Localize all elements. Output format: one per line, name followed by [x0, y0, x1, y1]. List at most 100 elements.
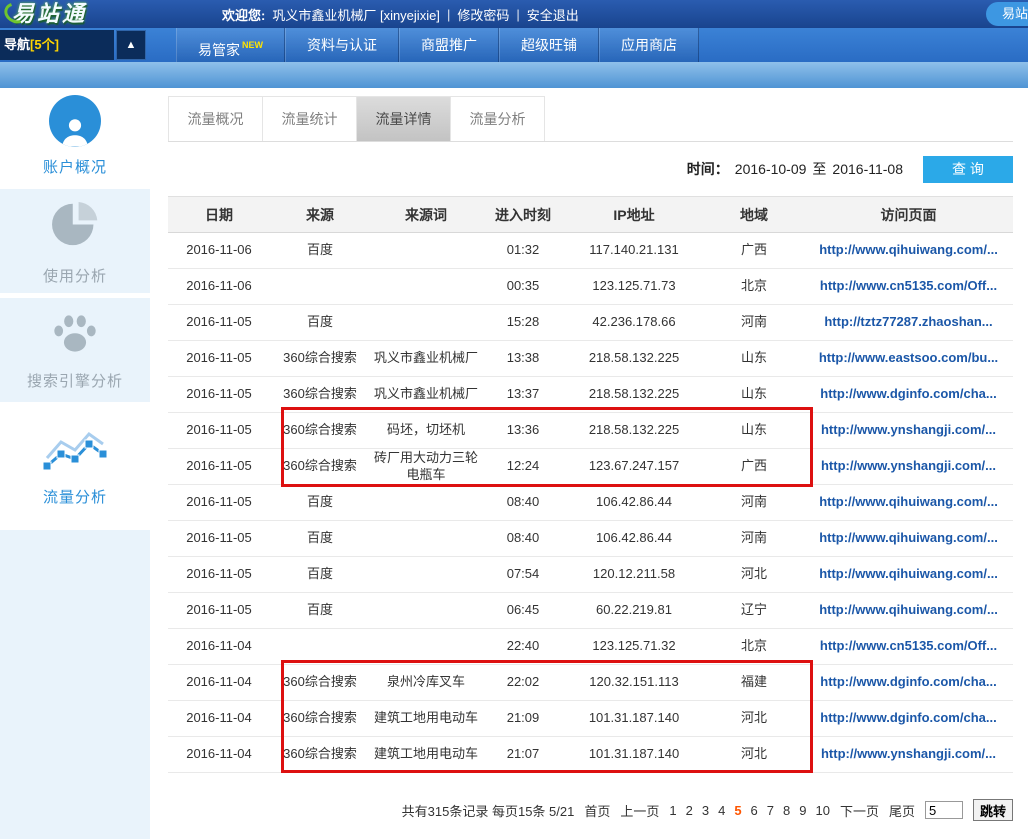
cell-region: 广西 [704, 449, 804, 485]
tab-traffic-stats[interactable]: 流量统计 [262, 96, 357, 141]
page-number[interactable]: 2 [686, 803, 693, 818]
page-number[interactable]: 4 [718, 803, 725, 818]
visited-page-link[interactable]: http://www.dginfo.com/cha... [820, 710, 996, 725]
cell-keyword [370, 305, 482, 341]
cell-region: 山东 [704, 341, 804, 377]
visited-page-link[interactable]: http://tztz77287.zhaoshan... [824, 314, 992, 329]
sidebar-item-traffic-analysis[interactable]: 流量分析 [0, 407, 150, 525]
next-page-link[interactable]: 下一页 [840, 801, 879, 820]
cell-visited-page: http://www.dginfo.com/cha... [804, 665, 1013, 701]
collapse-arrow-button[interactable]: ▲ [116, 30, 146, 60]
tab-traffic-overview[interactable]: 流量概况 [168, 96, 263, 141]
page-number[interactable]: 6 [751, 803, 758, 818]
change-password-link[interactable]: 修改密码 [457, 5, 509, 24]
jump-page-input[interactable] [925, 801, 963, 819]
end-date-field[interactable]: 2016-11-08 [832, 161, 903, 177]
sidebar-item-label: 流量分析 [43, 486, 107, 507]
page-number[interactable]: 1 [669, 803, 676, 818]
visited-page-link[interactable]: http://www.qihuiwang.com/... [819, 602, 998, 617]
cell-entry-time: 13:38 [482, 341, 564, 377]
table-row: 2016-11-05百度08:40106.42.86.44河南http://ww… [168, 485, 1013, 521]
new-badge: NEW [242, 40, 263, 50]
cell-visited-page: http://www.dginfo.com/cha... [804, 377, 1013, 413]
cell-source: 百度 [270, 593, 370, 629]
nav-item-label: 易管家 [198, 42, 240, 58]
sidebar-item-search-engine-analysis[interactable]: 搜索引擎分析 [0, 298, 150, 402]
logout-link[interactable]: 安全退出 [527, 5, 579, 24]
sidebar-filler [0, 530, 150, 839]
corner-shortcut-button[interactable]: 易站 [986, 2, 1028, 26]
cell-region: 福建 [704, 665, 804, 701]
visited-page-link[interactable]: http://www.ynshangji.com/... [821, 458, 996, 473]
column-header: 访问页面 [804, 197, 1013, 233]
page-number[interactable]: 10 [815, 803, 829, 818]
nav-item-label: 商盟推广 [421, 37, 477, 53]
app-logo: 易站通 [12, 0, 212, 28]
cell-date: 2016-11-04 [168, 737, 270, 773]
page-number[interactable]: 3 [702, 803, 709, 818]
prev-page-link[interactable]: 上一页 [620, 801, 659, 820]
page-number[interactable]: 7 [767, 803, 774, 818]
cell-entry-time: 15:28 [482, 305, 564, 341]
cell-date: 2016-11-05 [168, 557, 270, 593]
main-content: 流量概况 流量统计 流量详情 流量分析 时间： 2016-10-09 至 201… [150, 88, 1028, 839]
query-button[interactable]: 查 询 [923, 156, 1013, 183]
nav-item-label: 超级旺铺 [521, 37, 577, 53]
visited-page-link[interactable]: http://www.qihuiwang.com/... [819, 242, 998, 257]
cell-entry-time: 12:24 [482, 449, 564, 485]
visited-page-link[interactable]: http://www.qihuiwang.com/... [819, 566, 998, 581]
cell-keyword: 建筑工地用电动车 [370, 701, 482, 737]
page-number[interactable]: 5 [734, 803, 741, 818]
record-summary: 共有315条记录 每页15条 5/21 [402, 801, 575, 820]
jump-button[interactable]: 跳转 [973, 799, 1013, 821]
start-date-field[interactable]: 2016-10-09 [735, 161, 807, 177]
quick-nav-label[interactable]: 导航[5个] [0, 30, 114, 60]
last-page-link[interactable]: 尾页 [889, 801, 915, 820]
tab-bar: 流量概况 流量统计 流量详情 流量分析 [168, 96, 1013, 142]
visited-page-link[interactable]: http://www.ynshangji.com/... [821, 422, 996, 437]
visited-page-link[interactable]: http://www.cn5135.com/Off... [820, 278, 997, 293]
nav-item-alliance-promo[interactable]: 商盟推广 [399, 28, 499, 62]
column-header: 进入时刻 [482, 197, 564, 233]
cell-ip-address: 218.58.132.225 [564, 377, 704, 413]
cell-ip-address: 218.58.132.225 [564, 413, 704, 449]
cell-entry-time: 00:35 [482, 269, 564, 305]
cell-source: 360综合搜索 [270, 701, 370, 737]
cell-keyword: 巩义市鑫业机械厂 [370, 341, 482, 377]
table-row: 2016-11-05百度06:4560.22.219.81辽宁http://ww… [168, 593, 1013, 629]
visited-page-link[interactable]: http://www.dginfo.com/cha... [820, 674, 996, 689]
cell-region: 北京 [704, 629, 804, 665]
cell-ip-address: 101.31.187.140 [564, 701, 704, 737]
cell-date: 2016-11-05 [168, 413, 270, 449]
cell-source: 百度 [270, 305, 370, 341]
visited-page-link[interactable]: http://www.qihuiwang.com/... [819, 530, 998, 545]
sidebar-item-account-overview[interactable]: 账户概况 [0, 88, 150, 183]
tab-traffic-detail[interactable]: 流量详情 [356, 96, 451, 141]
page-number[interactable]: 8 [783, 803, 790, 818]
visited-page-link[interactable]: http://www.ynshangji.com/... [821, 746, 996, 761]
nav-menu: 易管家NEW 资料与认证 商盟推广 超级旺铺 应用商店 [176, 28, 699, 62]
cell-entry-time: 13:37 [482, 377, 564, 413]
nav-item-yiguanjia[interactable]: 易管家NEW [176, 28, 285, 62]
visited-page-link[interactable]: http://www.cn5135.com/Off... [820, 638, 997, 653]
page-number[interactable]: 9 [799, 803, 806, 818]
nav-item-credentials[interactable]: 资料与认证 [285, 28, 399, 62]
nav-item-app-store[interactable]: 应用商店 [599, 28, 699, 62]
cell-source: 360综合搜索 [270, 665, 370, 701]
cell-entry-time: 13:36 [482, 413, 564, 449]
visited-page-link[interactable]: http://www.qihuiwang.com/... [819, 494, 998, 509]
visited-page-link[interactable]: http://www.dginfo.com/cha... [820, 386, 996, 401]
cell-visited-page: http://www.dginfo.com/cha... [804, 701, 1013, 737]
tab-traffic-analysis[interactable]: 流量分析 [450, 96, 545, 141]
sidebar-item-label: 使用分析 [43, 265, 107, 286]
nav-item-super-shop[interactable]: 超级旺铺 [499, 28, 599, 62]
table-row: 2016-11-05360综合搜索巩义市鑫业机械厂13:38218.58.132… [168, 341, 1013, 377]
cell-entry-time: 01:32 [482, 233, 564, 269]
visited-page-link[interactable]: http://www.eastsoo.com/bu... [819, 350, 998, 365]
first-page-link[interactable]: 首页 [584, 801, 610, 820]
quick-nav-count: [5个] [30, 37, 59, 52]
sidebar-item-usage-analysis[interactable]: 使用分析 [0, 189, 150, 293]
cell-date: 2016-11-04 [168, 701, 270, 737]
cell-keyword: 砖厂用大动力三轮电瓶车 [370, 449, 482, 485]
table-row: 2016-11-05360综合搜索巩义市鑫业机械厂13:37218.58.132… [168, 377, 1013, 413]
